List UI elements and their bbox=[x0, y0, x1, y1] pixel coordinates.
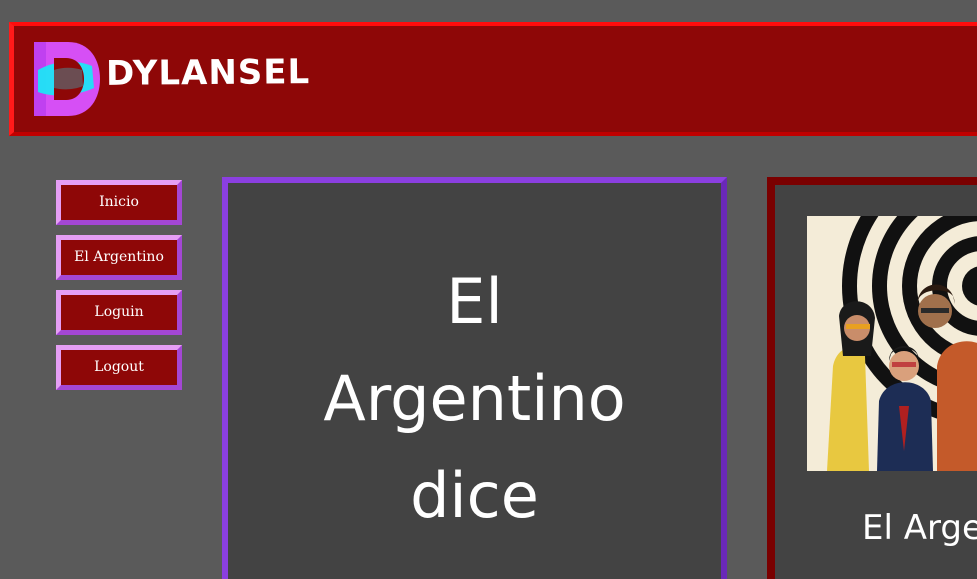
side-card: El Arge bbox=[767, 177, 977, 579]
page: DYLANSEL Inicio El Argentino Loguin Logo… bbox=[0, 0, 977, 579]
site-header: DYLANSEL bbox=[9, 22, 977, 136]
main-title-line: Argentino bbox=[323, 362, 626, 435]
nav-button-logout[interactable]: Logout bbox=[56, 345, 182, 390]
group-photo-image[interactable] bbox=[807, 216, 977, 471]
main-title-line: El bbox=[446, 265, 503, 338]
side-nav: Inicio El Argentino Loguin Logout bbox=[56, 180, 182, 400]
nav-button-el-argentino[interactable]: El Argentino bbox=[56, 235, 182, 280]
main-title: El Argentino dice bbox=[228, 253, 721, 544]
main-panel: El Argentino dice bbox=[222, 177, 727, 579]
side-caption: El Arge bbox=[862, 508, 977, 548]
main-title-line: dice bbox=[410, 459, 539, 532]
brand-name[interactable]: DYLANSEL bbox=[106, 52, 311, 94]
nav-button-loguin[interactable]: Loguin bbox=[56, 290, 182, 335]
d-logo-icon[interactable] bbox=[32, 40, 102, 118]
nav-button-inicio[interactable]: Inicio bbox=[56, 180, 182, 225]
